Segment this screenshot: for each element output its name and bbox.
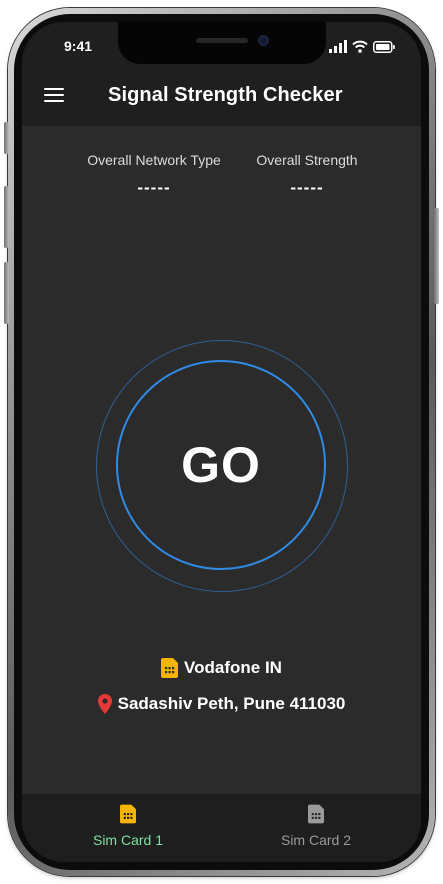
battery-icon — [373, 41, 395, 53]
status-icons — [329, 39, 395, 53]
strength-stat: Overall Strength ----- — [242, 152, 372, 198]
front-camera — [258, 35, 269, 46]
strength-label: Overall Strength — [256, 152, 358, 168]
network-type-value: ----- — [137, 178, 171, 197]
tab-sim-card-1[interactable]: Sim Card 1 — [68, 804, 188, 848]
location-info: Sadashiv Peth, Pune 411030 — [22, 694, 421, 714]
app-title: Signal Strength Checker — [108, 84, 343, 106]
bottom-navigation: Sim Card 1 Sim Card 2 — [22, 794, 421, 862]
map-pin-icon — [97, 694, 112, 714]
location-text: Sadashiv Peth, Pune 411030 — [117, 694, 346, 713]
network-type-label: Overall Network Type — [87, 152, 221, 168]
phone-volume-up-button — [4, 186, 9, 248]
earpiece-speaker — [196, 38, 248, 43]
network-type-stat: Overall Network Type ----- — [72, 152, 236, 198]
app-bar: Signal Strength Checker — [22, 68, 421, 126]
phone-power-button — [434, 208, 439, 304]
tab-sim-card-2-label: Sim Card 2 — [280, 832, 352, 848]
go-button[interactable]: GO — [116, 360, 326, 570]
hamburger-menu-icon[interactable] — [44, 87, 66, 105]
cellular-signal-icon — [329, 40, 347, 53]
phone-volume-down-button — [4, 262, 9, 324]
operator-name: Vodafone IN — [184, 658, 282, 677]
wifi-icon — [352, 40, 368, 53]
sim-card-icon — [161, 658, 179, 678]
status-time: 9:41 — [64, 38, 93, 54]
app-screen: 9:41 Signal Strength Checker Overall Net… — [22, 22, 421, 862]
phone-notch — [118, 22, 326, 64]
sim-card-icon — [120, 804, 136, 824]
phone-silent-switch — [4, 122, 9, 154]
tab-sim-card-2[interactable]: Sim Card 2 — [256, 804, 376, 848]
strength-value: ----- — [290, 178, 324, 197]
operator-info: Vodafone IN — [22, 658, 421, 678]
go-button-area: GO — [96, 340, 348, 592]
status-bar: 9:41 — [22, 22, 421, 68]
sim-card-icon — [308, 804, 324, 824]
go-button-label: GO — [181, 437, 261, 493]
tab-sim-card-1-label: Sim Card 1 — [92, 832, 164, 848]
